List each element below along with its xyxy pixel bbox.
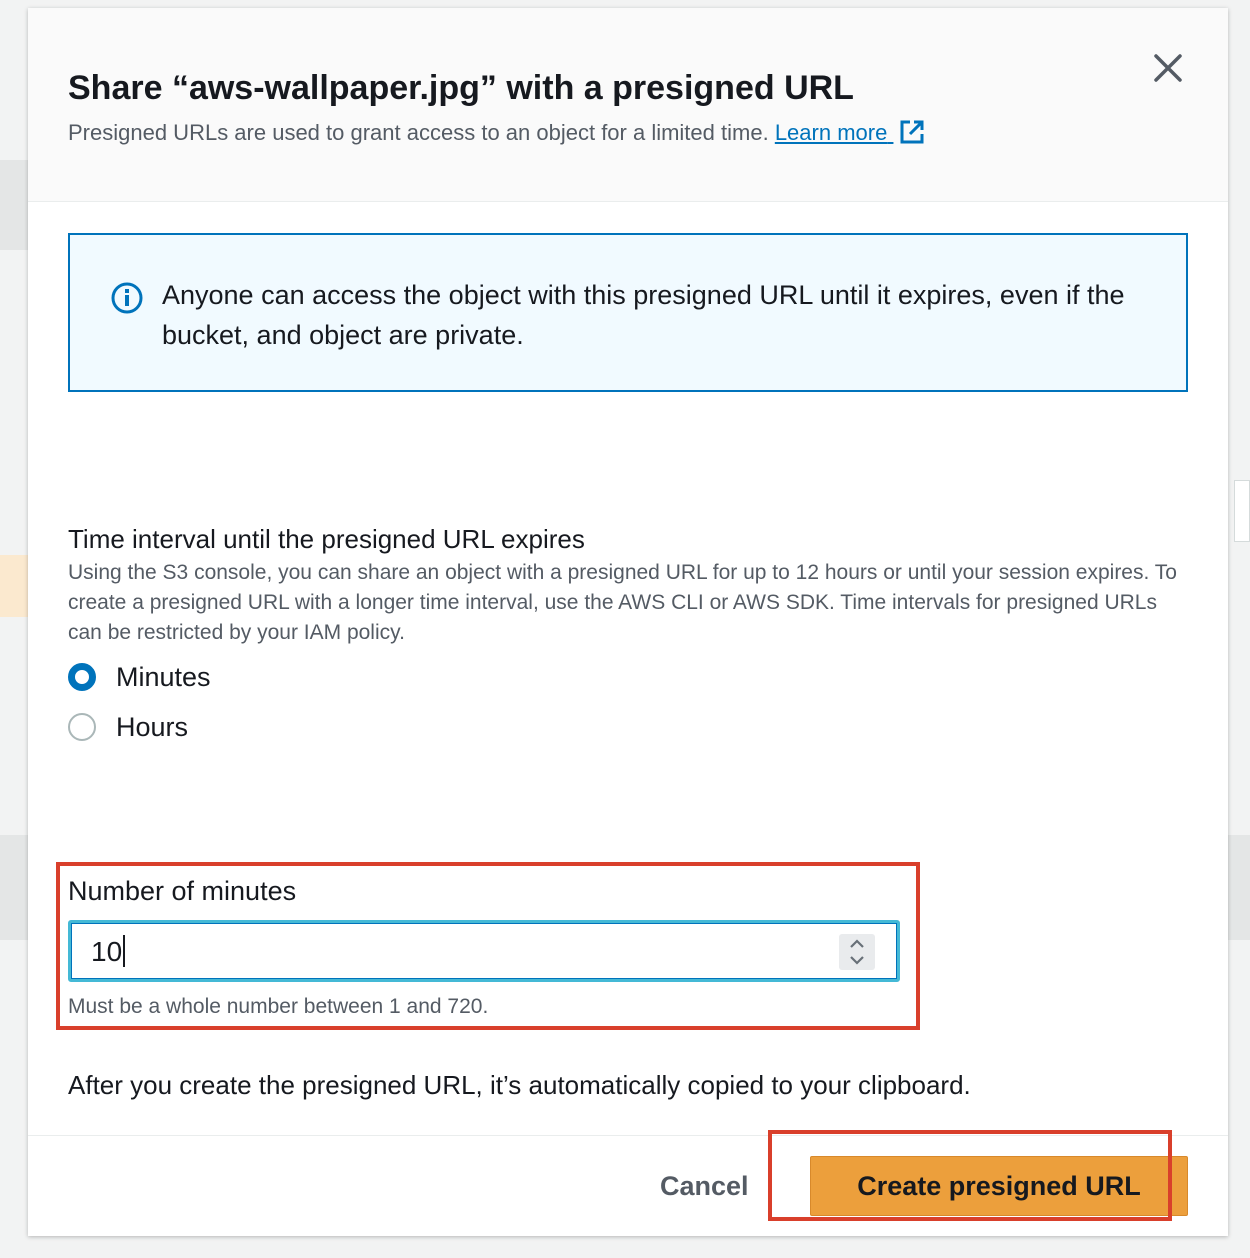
dialog-title: Share “aws-wallpaper.jpg” with a presign… [68,69,854,107]
background-table-row-right [1228,835,1250,940]
background-button [0,555,28,617]
learn-more-label: Learn more [774,120,888,145]
number-of-minutes-label: Number of minutes [68,876,297,906]
text-caret [123,935,126,967]
background-tab-strip [0,160,28,250]
external-link-icon [900,120,924,144]
time-interval-description: Using the S3 console, you can share an o… [68,561,1177,644]
create-presigned-url-button[interactable]: Create presigned URL [810,1156,1188,1216]
background-table-row [0,835,28,940]
close-button[interactable] [1148,48,1188,88]
spinner-down-icon[interactable] [839,952,875,970]
info-icon [111,282,143,314]
info-alert: Anyone can access the object with this p… [68,233,1188,392]
learn-more-link[interactable]: Learn more [775,120,926,145]
background-input-right [1234,480,1250,542]
radio-minutes-label: Minutes [116,661,211,692]
dialog-subtitle-text: Presigned URLs are used to grant access … [68,120,769,145]
alert-text: Anyone can access the object with this p… [162,280,1125,350]
close-icon [1154,54,1182,82]
number-of-minutes-input[interactable]: 10 [68,920,900,982]
number-of-minutes-value: 10 [91,935,126,969]
spinner-up-icon[interactable] [839,934,875,952]
share-presigned-url-dialog: Share “aws-wallpaper.jpg” with a presign… [28,8,1228,1236]
dialog-header: Share “aws-wallpaper.jpg” with a presign… [28,8,1228,202]
number-of-minutes-hint: Must be a whole number between 1 and 720… [68,995,489,1018]
number-stepper[interactable] [839,934,875,970]
radio-hours[interactable]: Hours [68,709,188,745]
dialog-subtitle: Presigned URLs are used to grant access … [68,118,925,148]
cancel-button[interactable]: Cancel [638,1164,771,1208]
clipboard-note: After you create the presigned URL, it’s… [68,1070,971,1100]
radio-minutes-circle[interactable] [68,663,96,691]
number-of-minutes-text: 10 [91,936,123,967]
radio-minutes[interactable]: Minutes [68,659,211,695]
time-interval-label: Time interval until the presigned URL ex… [68,524,585,554]
radio-hours-circle[interactable] [68,713,96,741]
radio-hours-label: Hours [116,711,189,742]
dialog-footer: Cancel Create presigned URL [28,1135,1228,1236]
